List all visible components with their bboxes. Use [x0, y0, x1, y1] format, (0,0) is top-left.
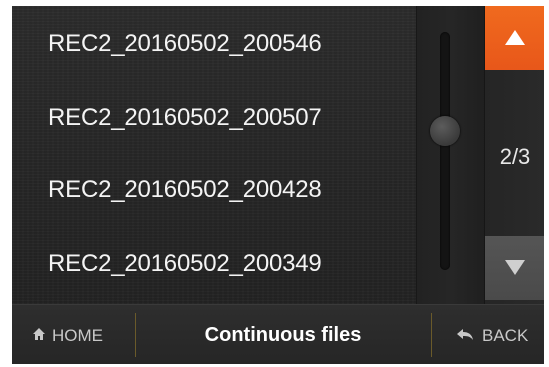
file-name: REC2_20160502_200428 — [48, 176, 322, 203]
file-list: REC2_20160502_200546 REC2_20160502_20050… — [12, 6, 416, 304]
file-item-4[interactable]: REC2_20160502_200349 — [12, 226, 416, 300]
home-label: HOME — [52, 326, 103, 345]
triangle-up-icon — [505, 30, 525, 45]
pager: 2/3 — [484, 6, 544, 304]
file-name: REC2_20160502_200546 — [48, 30, 322, 57]
scroll-track[interactable] — [440, 32, 450, 270]
triangle-down-icon — [505, 260, 525, 275]
page-down-button[interactable] — [485, 236, 544, 300]
back-label: BACK — [482, 326, 529, 345]
file-item-1[interactable]: REC2_20160502_200546 — [12, 6, 416, 80]
file-item-2[interactable]: REC2_20160502_200507 — [12, 80, 416, 154]
page-title: Continuous files — [204, 324, 362, 346]
home-icon — [33, 328, 45, 340]
file-name: REC2_20160502_200507 — [48, 104, 322, 131]
back-button[interactable]: BACK — [432, 305, 544, 364]
bottom-bar: HOME Continuous files BACK — [12, 304, 544, 364]
page-up-button[interactable] — [485, 6, 544, 70]
file-item-3[interactable]: REC2_20160502_200428 — [12, 152, 416, 226]
scrollbar[interactable] — [416, 6, 485, 304]
page-indicator: 2/3 — [499, 144, 531, 169]
file-name: REC2_20160502_200349 — [48, 250, 322, 277]
home-button[interactable]: HOME — [12, 305, 134, 364]
back-arrow-icon — [457, 329, 473, 340]
screen: REC2_20160502_200546 REC2_20160502_20050… — [12, 6, 544, 364]
scroll-thumb[interactable] — [430, 116, 460, 146]
